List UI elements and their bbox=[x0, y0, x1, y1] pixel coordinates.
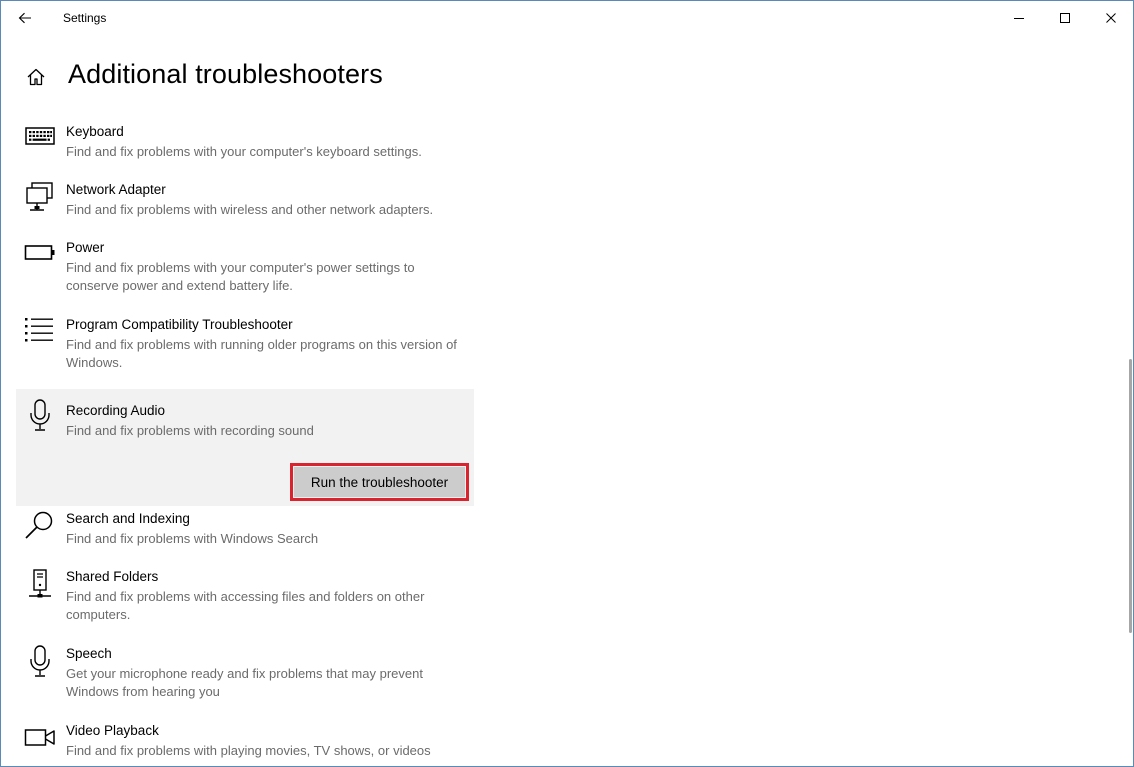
page-header: Additional troubleshooters bbox=[1, 53, 601, 97]
troubleshooter-name: Keyboard bbox=[66, 124, 124, 139]
troubleshooter-item-keyboard[interactable]: Keyboard Find and fix problems with your… bbox=[16, 119, 474, 177]
maximize-icon bbox=[1060, 13, 1070, 23]
maximize-button[interactable] bbox=[1042, 1, 1088, 35]
troubleshooter-item-shared-folders[interactable]: Shared Folders Find and fix problems wit… bbox=[16, 564, 474, 641]
run-troubleshooter-button[interactable]: Run the troubleshooter bbox=[290, 463, 469, 501]
network-adapter-icon bbox=[24, 181, 56, 215]
troubleshooter-name: Shared Folders bbox=[66, 569, 159, 584]
troubleshooter-item-video-playback[interactable]: Video Playback Find and fix problems wit… bbox=[16, 718, 474, 766]
run-troubleshooter-label: Run the troubleshooter bbox=[293, 466, 466, 498]
troubleshooter-item-program-compatibility[interactable]: Program Compatibility Troubleshooter Fin… bbox=[16, 312, 474, 389]
back-button[interactable] bbox=[11, 5, 39, 31]
list-icon bbox=[24, 316, 56, 350]
troubleshooter-description: Find and fix problems with wireless and … bbox=[66, 202, 434, 217]
home-icon bbox=[27, 68, 45, 86]
page-title: Additional troubleshooters bbox=[68, 59, 383, 89]
troubleshooter-item-power[interactable]: Power Find and fix problems with your co… bbox=[16, 235, 474, 312]
troubleshooter-name: Network Adapter bbox=[66, 182, 166, 197]
troubleshooter-name: Recording Audio bbox=[66, 403, 166, 418]
search-icon bbox=[24, 510, 56, 544]
troubleshooter-name: Power bbox=[66, 240, 105, 255]
microphone-icon bbox=[24, 393, 56, 431]
troubleshooter-name: Video Playback bbox=[66, 723, 159, 738]
troubleshooter-description: Get your microphone ready and fix proble… bbox=[66, 666, 423, 699]
microphone-icon bbox=[24, 645, 56, 679]
settings-window: Settings Additional troubleshooters Keyb… bbox=[0, 0, 1134, 767]
troubleshooter-description: Find and fix problems with playing movie… bbox=[66, 743, 431, 758]
troubleshooter-list: Keyboard Find and fix problems with your… bbox=[16, 119, 474, 766]
back-arrow-icon bbox=[18, 12, 31, 24]
troubleshooter-item-recording-audio[interactable]: Recording Audio Find and fix problems wi… bbox=[16, 389, 474, 506]
home-button[interactable] bbox=[23, 65, 49, 89]
video-camera-icon bbox=[24, 722, 56, 756]
minimize-icon bbox=[1014, 18, 1024, 19]
window-title: Settings bbox=[63, 11, 107, 25]
troubleshooter-description: Find and fix problems with recording sou… bbox=[66, 423, 314, 438]
keyboard-icon bbox=[24, 123, 56, 157]
troubleshooter-name: Search and Indexing bbox=[66, 511, 190, 526]
troubleshooter-item-search-indexing[interactable]: Search and Indexing Find and fix problem… bbox=[16, 506, 474, 564]
troubleshooter-description: Find and fix problems with running older… bbox=[66, 337, 457, 370]
vertical-scrollbar[interactable] bbox=[1129, 359, 1132, 633]
title-bar: Settings bbox=[1, 1, 1133, 35]
troubleshooter-description: Find and fix problems with your computer… bbox=[66, 144, 422, 159]
troubleshooter-description: Find and fix problems with accessing fil… bbox=[66, 589, 425, 622]
troubleshooter-name: Speech bbox=[66, 646, 112, 661]
troubleshooter-description: Find and fix problems with Windows Searc… bbox=[66, 531, 319, 546]
minimize-button[interactable] bbox=[996, 1, 1042, 35]
close-icon bbox=[1106, 13, 1116, 23]
troubleshooter-name: Program Compatibility Troubleshooter bbox=[66, 317, 293, 332]
close-button[interactable] bbox=[1088, 1, 1133, 35]
troubleshooter-item-network-adapter[interactable]: Network Adapter Find and fix problems wi… bbox=[16, 177, 474, 235]
troubleshooter-item-speech[interactable]: Speech Get your microphone ready and fix… bbox=[16, 641, 474, 718]
battery-icon bbox=[24, 239, 56, 273]
troubleshooter-description: Find and fix problems with your computer… bbox=[66, 260, 415, 293]
shared-folders-icon bbox=[24, 568, 56, 602]
